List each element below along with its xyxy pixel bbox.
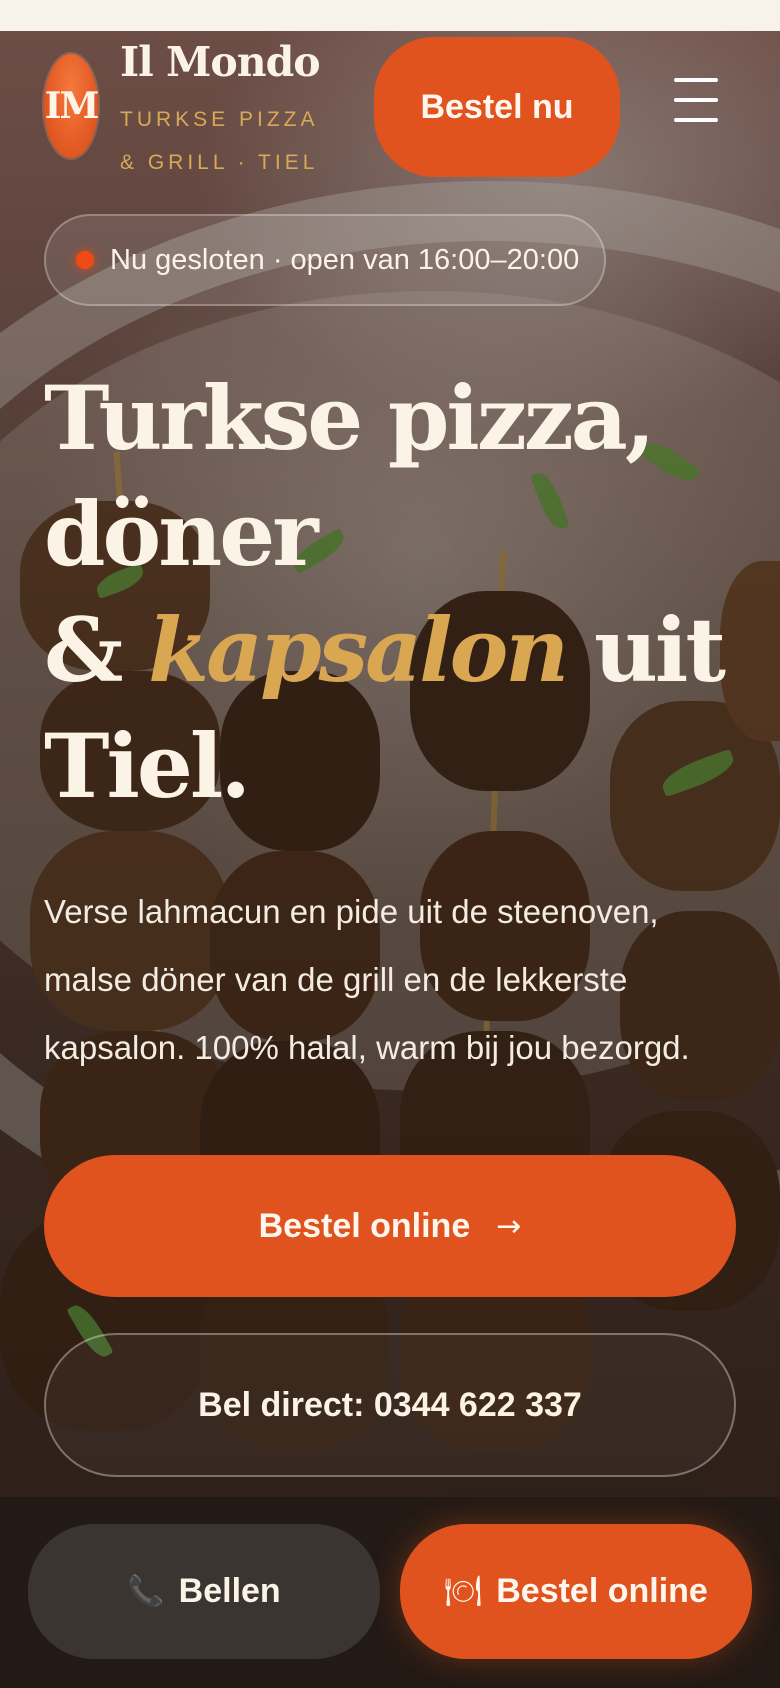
call-label: Bellen: [178, 1572, 281, 1610]
brand-subtitle: TURKSE PIZZA & GRILL · TIEL: [120, 108, 319, 174]
hero-intro-text: Verse lahmacun en pide uit de steenoven,…: [44, 893, 690, 1066]
opening-status-text: Nu gesloten · open van 16:00–20:00: [110, 243, 580, 276]
logo-monogram: IM: [44, 85, 100, 127]
arrow-right-icon: →: [496, 1208, 522, 1244]
call-direct-button[interactable]: Bel direct: 0344 622 337: [44, 1333, 736, 1477]
logo-badge[interactable]: IM: [44, 54, 100, 158]
headline-accent: kapsalon: [148, 598, 569, 702]
brand-name[interactable]: Il Mondo: [120, 38, 321, 86]
opening-status-badge: Nu gesloten · open van 16:00–20:00: [44, 214, 606, 306]
headline-line-2: döner: [44, 482, 319, 586]
status-dot-icon: [76, 251, 94, 269]
hero-headline: Turkse pizza, döner & kapsalon uit Tiel.: [44, 360, 744, 824]
headline-ampersand: &: [44, 598, 123, 702]
bottom-order-label: Bestel online: [496, 1572, 708, 1610]
headline-line-1: Turkse pizza,: [44, 366, 655, 470]
sticky-bottom-bar: 📞 Bellen 🍽 Bestel online: [0, 1497, 780, 1688]
plate-cutlery-icon: 🍽: [444, 1574, 483, 1609]
order-online-button[interactable]: Bestel online →: [44, 1155, 736, 1297]
bottom-order-online-button[interactable]: 🍽 Bestel online: [400, 1524, 752, 1659]
headline-line-3-end: uit: [593, 598, 726, 702]
headline-line-4: Tiel.: [44, 714, 251, 818]
phone-icon: 📞: [127, 1574, 165, 1609]
call-button[interactable]: 📞 Bellen: [28, 1524, 380, 1659]
top-status-strip: [0, 0, 780, 31]
order-now-button[interactable]: Bestel nu: [374, 37, 620, 177]
hamburger-menu-icon[interactable]: [674, 78, 718, 122]
order-online-label: Bestel online: [258, 1206, 471, 1245]
